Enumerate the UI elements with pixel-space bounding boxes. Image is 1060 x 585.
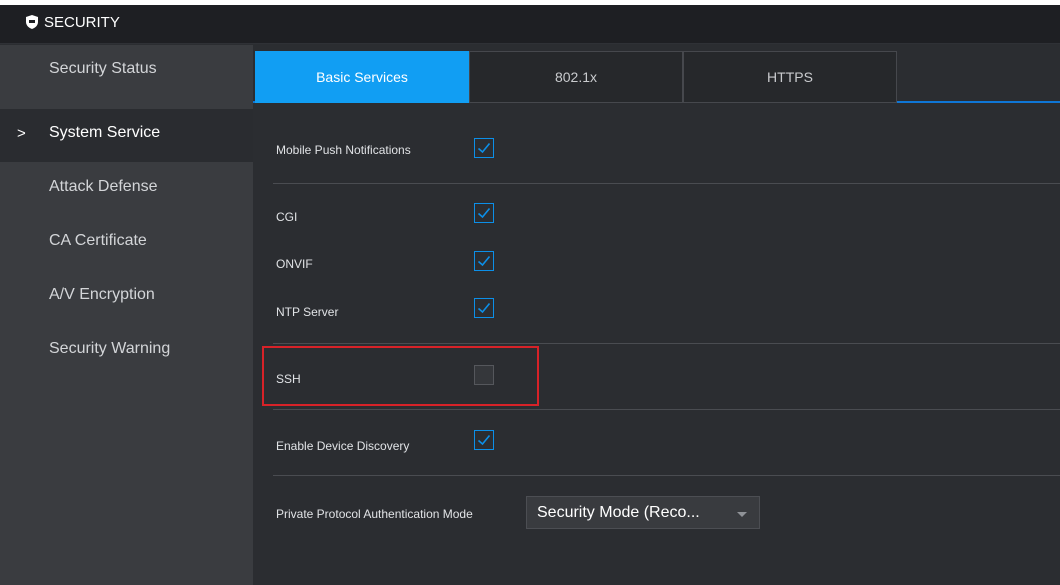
cgi-label: CGI — [276, 210, 298, 224]
sidebar: Security Status > System Service Attack … — [0, 45, 253, 585]
divider — [273, 343, 1060, 344]
onvif-label: ONVIF — [276, 257, 313, 271]
ssh-checkbox[interactable] — [474, 365, 494, 385]
sidebar-item-label: CA Certificate — [49, 232, 147, 249]
main-content: Basic Services 802.1x HTTPS Mobile Push … — [253, 45, 1060, 585]
device-discovery-label: Enable Device Discovery — [276, 439, 410, 453]
title-bar: SECURITY — [0, 5, 1060, 44]
device-discovery-checkbox[interactable] — [474, 430, 494, 450]
tab-802-1x[interactable]: 802.1x — [469, 51, 683, 103]
ntp-server-checkbox[interactable] — [474, 298, 494, 318]
checkmark-icon — [477, 434, 491, 446]
sidebar-item-label: System Service — [49, 124, 161, 141]
checkmark-icon — [477, 302, 491, 314]
checkmark-icon — [477, 142, 491, 154]
shield-icon — [26, 15, 38, 29]
security-window: SECURITY Security Status > System Servic… — [0, 5, 1060, 585]
chevron-down-icon — [737, 512, 747, 517]
ssh-label: SSH — [276, 372, 301, 386]
ssh-highlight-box — [262, 346, 539, 406]
mobile-push-label: Mobile Push Notifications — [276, 143, 411, 157]
checkmark-icon — [477, 207, 491, 219]
cgi-checkbox[interactable] — [474, 203, 494, 223]
sidebar-item-security-status[interactable]: Security Status — [0, 45, 253, 98]
divider — [273, 475, 1060, 476]
onvif-checkbox[interactable] — [474, 251, 494, 271]
tab-basic-services[interactable]: Basic Services — [255, 51, 469, 103]
checkmark-icon — [477, 255, 491, 267]
sidebar-item-label: Attack Defense — [49, 178, 158, 195]
tab-bar: Basic Services 802.1x HTTPS — [253, 45, 1060, 103]
sidebar-item-attack-defense[interactable]: Attack Defense — [0, 163, 253, 216]
window-title: SECURITY — [44, 14, 120, 31]
mobile-push-checkbox[interactable] — [474, 138, 494, 158]
sidebar-item-ca-certificate[interactable]: CA Certificate — [0, 217, 253, 270]
divider — [273, 183, 1060, 184]
sidebar-item-label: Security Status — [49, 60, 157, 77]
ntp-server-label: NTP Server — [276, 305, 339, 319]
chevron-right-icon: > — [17, 125, 26, 142]
sidebar-item-av-encryption[interactable]: A/V Encryption — [0, 271, 253, 324]
auth-mode-label: Private Protocol Authentication Mode — [276, 507, 473, 521]
auth-mode-select[interactable]: Security Mode (Reco... — [526, 496, 760, 529]
sidebar-item-label: Security Warning — [49, 340, 171, 357]
sidebar-item-label: A/V Encryption — [49, 286, 155, 303]
divider — [273, 409, 1060, 410]
tab-https[interactable]: HTTPS — [683, 51, 897, 103]
sidebar-item-security-warning[interactable]: Security Warning — [0, 325, 253, 378]
sidebar-item-system-service[interactable]: > System Service — [0, 109, 253, 162]
auth-mode-value: Security Mode (Reco... — [537, 504, 700, 521]
